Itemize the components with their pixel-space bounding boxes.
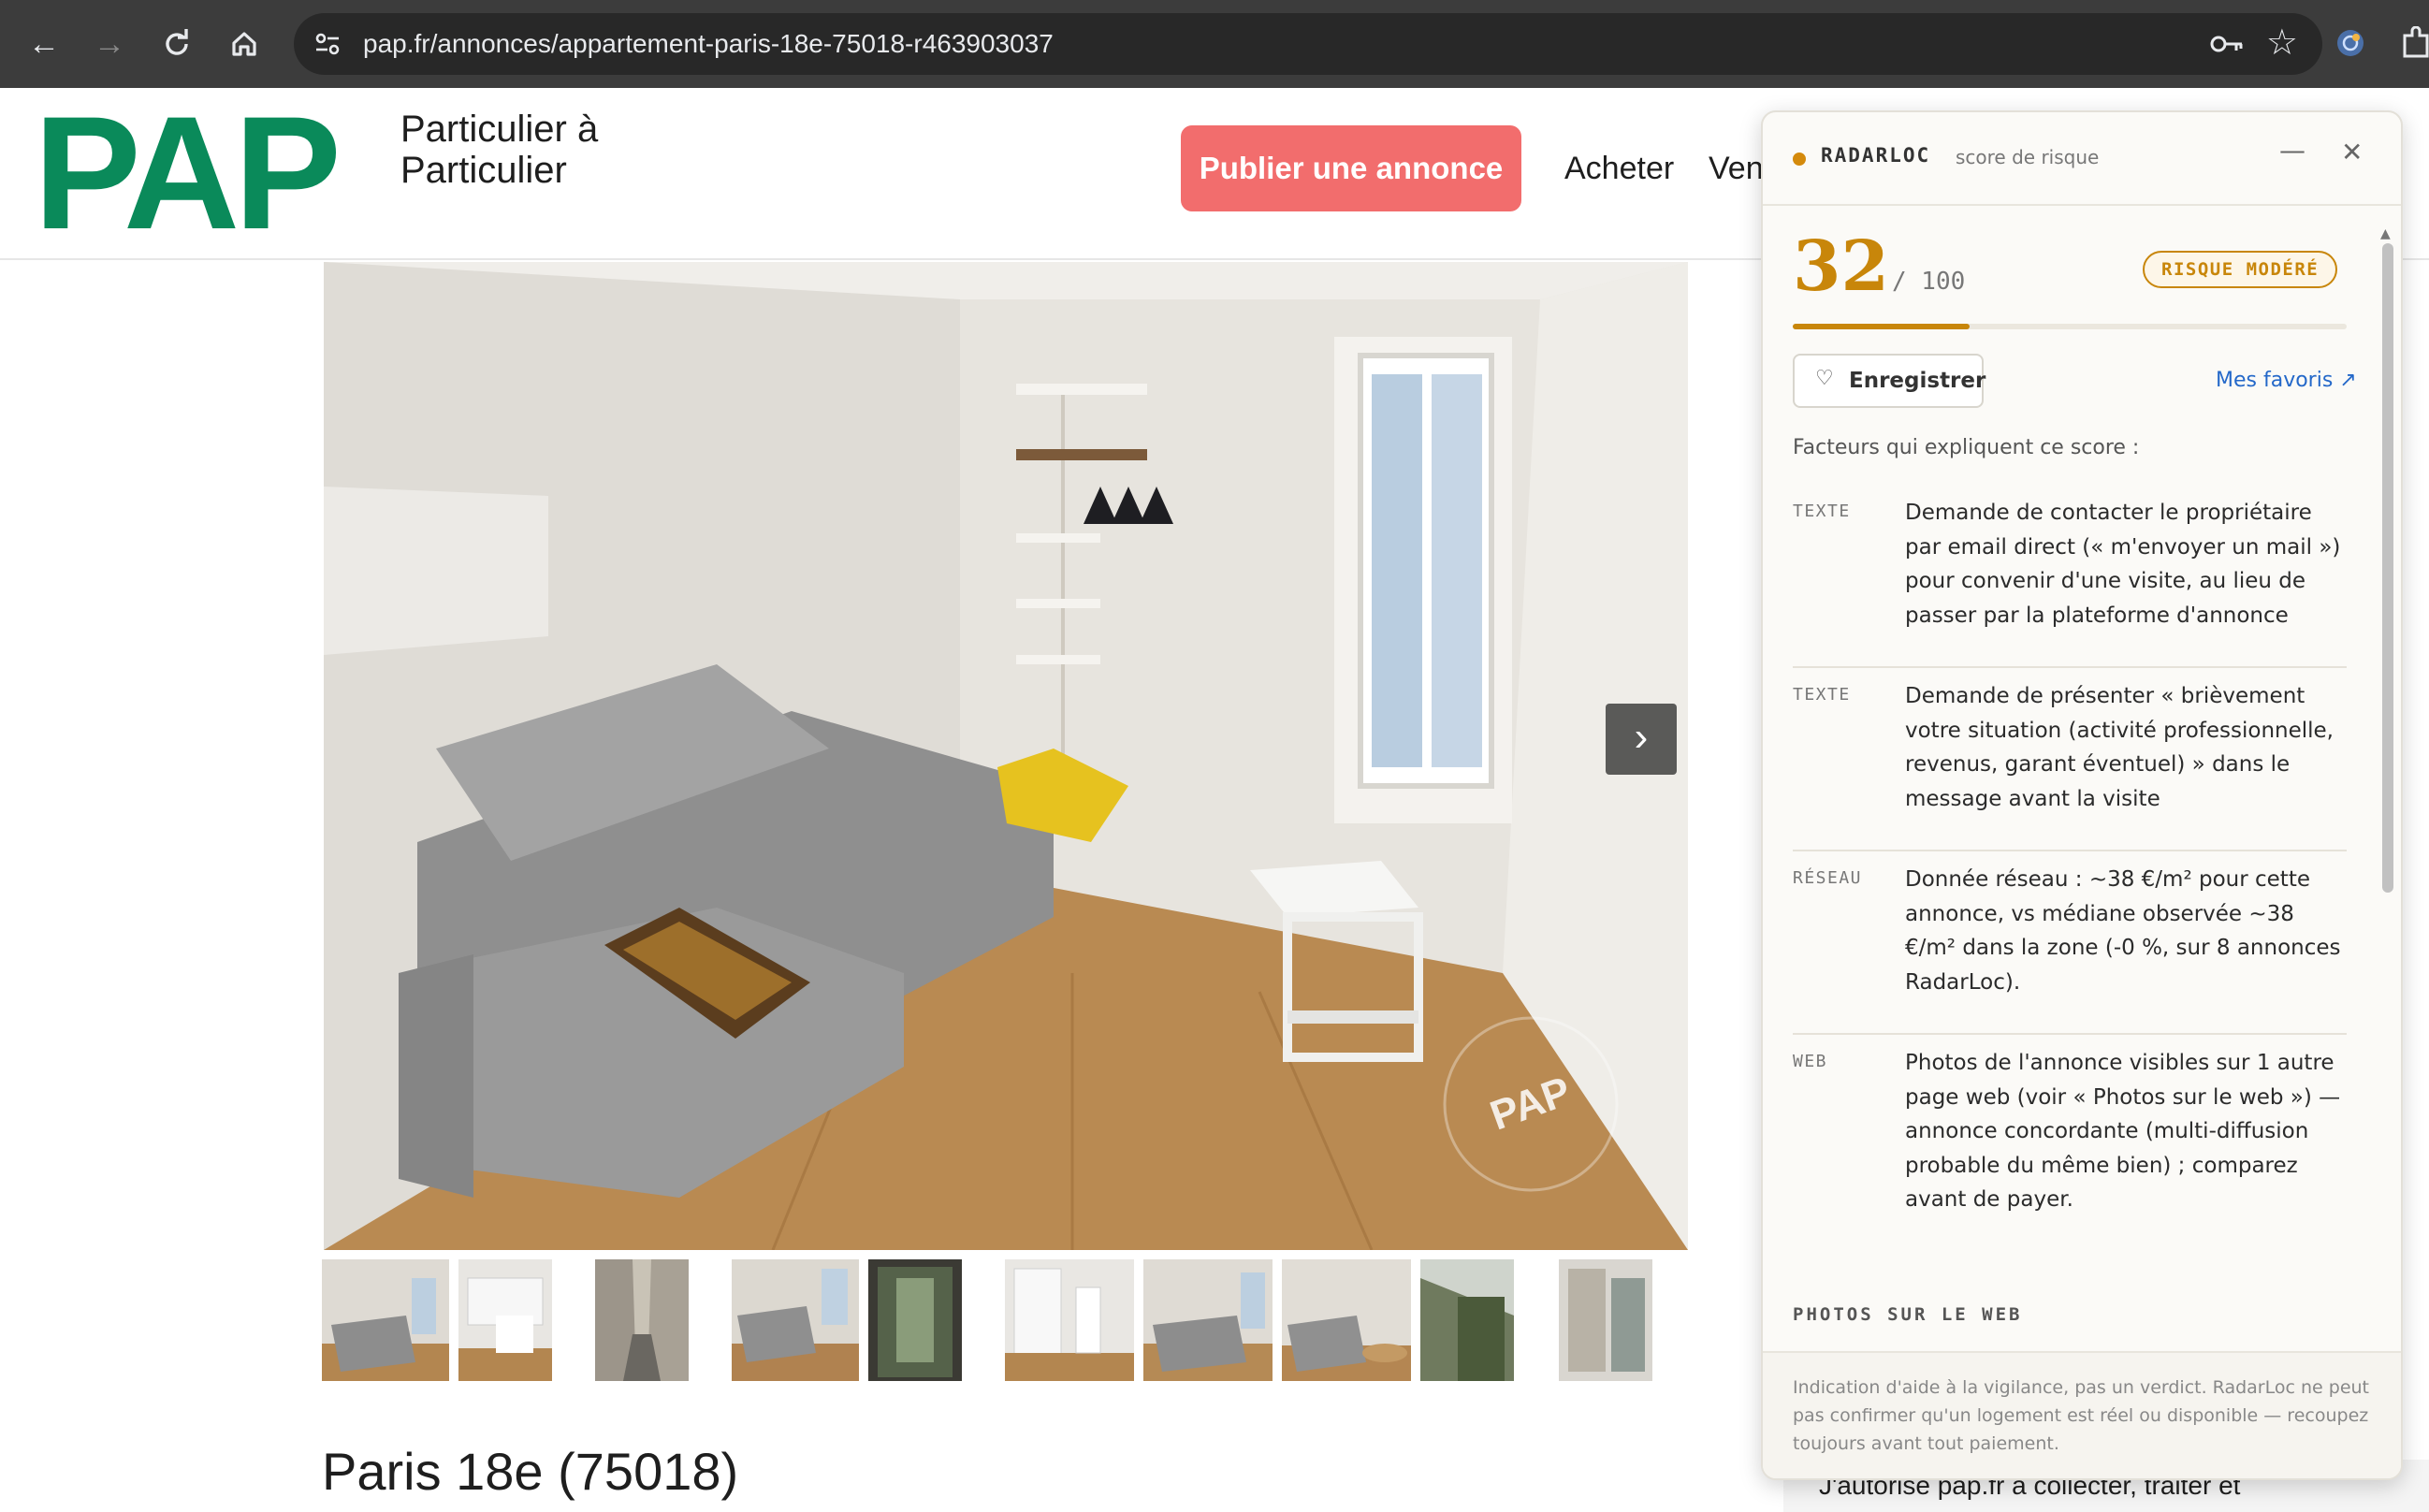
forward-icon[interactable]: → <box>88 22 131 65</box>
factor-item: TEXTE Demande de présenter « brièvement … <box>1793 668 2347 851</box>
thumbnail-4[interactable] <box>732 1259 859 1381</box>
radarloc-panel: RADARLOC score de risque — ✕ 32 / 100 RI… <box>1761 110 2403 1480</box>
nav-acheter[interactable]: Acheter <box>1564 125 1674 211</box>
thumbnail-5[interactable] <box>868 1259 962 1381</box>
next-photo-arrow[interactable]: › <box>1606 704 1677 775</box>
address-bar[interactable]: pap.fr/annonces/appartement-paris-18e-75… <box>294 13 2322 75</box>
heart-icon: ♡ <box>1815 367 1834 390</box>
site-settings-icon[interactable] <box>313 29 342 59</box>
factor-tag: WEB <box>1793 1052 1828 1071</box>
panel-scrollbar[interactable]: ▲ ▼ <box>2378 226 2395 1450</box>
photos-web-heading: PHOTOS SUR LE WEB <box>1793 1304 2023 1325</box>
svg-text:PAP: PAP <box>34 112 336 234</box>
score-bar <box>1793 324 2347 329</box>
thumbnail-6[interactable] <box>1005 1259 1134 1381</box>
risk-score-value: 32 <box>1793 226 1889 307</box>
factor-text: Donnée réseau : ~38 €/m² pour cette anno… <box>1905 867 2341 995</box>
thumbnail-1[interactable] <box>322 1259 449 1381</box>
tagline-line1: Particulier à <box>400 109 599 150</box>
thumbnail-9[interactable] <box>1420 1259 1514 1381</box>
factor-tag: TEXTE <box>1793 685 1851 705</box>
password-key-icon[interactable] <box>2208 28 2246 60</box>
scroll-up-icon[interactable]: ▲ <box>2380 226 2391 241</box>
factor-text: Demande de contacter le propriétaire par… <box>1905 501 2341 628</box>
browser-toolbar: ← → pap.fr/annonces/appartement-paris-18… <box>0 0 2429 88</box>
panel-subtitle: score de risque <box>1956 146 2100 168</box>
factor-tag: RÉSEAU <box>1793 868 1863 888</box>
listing-title: Paris 18e (75018) <box>322 1442 739 1501</box>
photo-thumbnail-strip <box>322 1259 1652 1381</box>
panel-header: RADARLOC score de risque — ✕ <box>1763 112 2401 206</box>
thumbnail-2[interactable] <box>458 1259 552 1381</box>
factor-text: Photos de l'annonce visibles sur 1 autre… <box>1905 1051 2341 1212</box>
tagline: Particulier à Particulier <box>400 109 598 191</box>
home-icon[interactable] <box>223 22 266 65</box>
extension-radar-icon[interactable] <box>2334 26 2367 60</box>
panel-footer: Indication d'aide à la vigilance, pas un… <box>1763 1351 2401 1478</box>
thumbnail-10[interactable] <box>1559 1259 1652 1381</box>
reload-icon[interactable] <box>155 22 198 65</box>
bookmark-star-icon[interactable]: ☆ <box>2266 24 2298 62</box>
pap-logo[interactable]: PAP <box>34 112 371 234</box>
risk-level-badge: RISQUE MODÉRÉ <box>2143 251 2338 288</box>
back-icon[interactable]: ← <box>22 22 65 65</box>
main-listing-photo[interactable]: PAP <box>324 262 1688 1250</box>
url-text[interactable]: pap.fr/annonces/appartement-paris-18e-75… <box>363 13 1054 75</box>
extensions-puzzle-icon[interactable] <box>2401 26 2429 60</box>
favorites-link[interactable]: Mes favoris ↗ <box>2216 369 2357 392</box>
factor-item: RÉSEAU Donnée réseau : ~38 €/m² pour cet… <box>1793 851 2347 1035</box>
minimize-icon[interactable]: — <box>2279 135 2305 166</box>
factor-item: TEXTE Demande de contacter le propriétai… <box>1793 485 2347 668</box>
panel-brand: RADARLOC <box>1821 144 1931 167</box>
factors-heading: Facteurs qui expliquent ce score : <box>1793 436 2140 459</box>
thumbnail-7[interactable] <box>1143 1259 1273 1381</box>
risk-score-max: / 100 <box>1892 268 1966 296</box>
panel-body[interactable]: 32 / 100 RISQUE MODÉRÉ ♡ Enregistrer Mes… <box>1763 208 2401 1355</box>
thumbnail-3[interactable] <box>595 1259 689 1381</box>
tagline-line2: Particulier <box>400 150 567 191</box>
factor-item: WEB Photos de l'annonce visibles sur 1 a… <box>1793 1035 2347 1259</box>
thumbnail-8[interactable] <box>1282 1259 1411 1381</box>
score-bar-fill <box>1793 324 1971 329</box>
publish-listing-button[interactable]: Publier une annonce <box>1181 125 1521 211</box>
save-button-label: Enregistrer <box>1849 369 1986 393</box>
factor-tag: TEXTE <box>1793 502 1851 521</box>
factor-text: Demande de présenter « brièvement votre … <box>1905 684 2334 811</box>
close-icon[interactable]: ✕ <box>2341 137 2363 167</box>
nav-vendre[interactable]: Ven <box>1709 125 1764 211</box>
scrollbar-thumb[interactable] <box>2382 243 2393 893</box>
disclaimer-text: Indication d'aide à la vigilance, pas un… <box>1793 1377 2369 1454</box>
save-button[interactable]: ♡ Enregistrer <box>1793 354 1986 408</box>
status-dot-icon <box>1793 153 1806 166</box>
